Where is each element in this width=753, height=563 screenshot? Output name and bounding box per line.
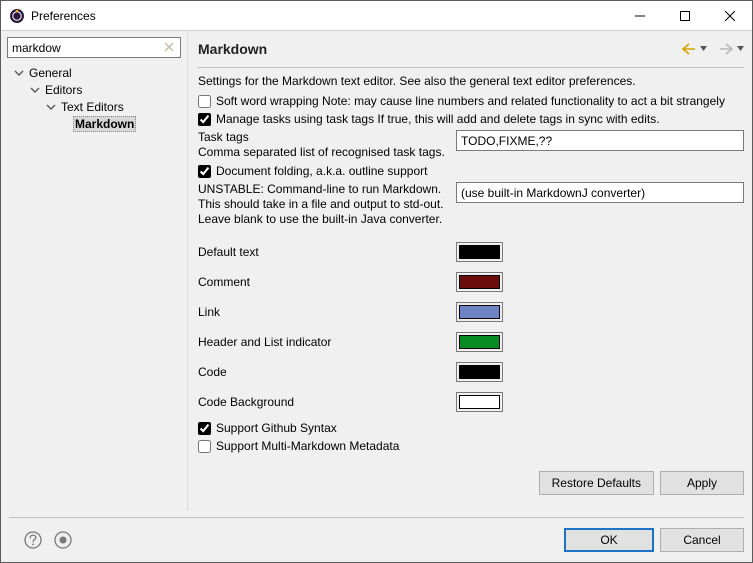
tree-item-markdown[interactable]: Markdown bbox=[5, 115, 183, 132]
clear-filter-icon[interactable] bbox=[161, 39, 177, 55]
maximize-button[interactable] bbox=[662, 1, 707, 30]
github-syntax-label: Support Github Syntax bbox=[216, 421, 337, 435]
multi-markdown-checkbox[interactable] bbox=[198, 440, 211, 453]
apply-button[interactable]: Apply bbox=[660, 471, 744, 495]
color-label-default-text: Default text bbox=[198, 245, 456, 259]
tree-label: General bbox=[27, 66, 74, 80]
restore-defaults-button[interactable]: Restore Defaults bbox=[539, 471, 654, 495]
color-label-code: Code bbox=[198, 365, 456, 379]
preferences-tree: General Editors Text Editors Markdown bbox=[5, 62, 183, 505]
color-settings: Default text Comment Link Header and Lis… bbox=[198, 237, 744, 417]
task-tags-input[interactable] bbox=[456, 130, 744, 151]
app-icon bbox=[9, 8, 25, 24]
tree-label: Text Editors bbox=[59, 100, 126, 114]
header-separator bbox=[198, 67, 744, 68]
nav-forward-button[interactable] bbox=[717, 41, 735, 57]
color-swatch-code-background[interactable] bbox=[456, 392, 503, 412]
nav-back-dropdown[interactable] bbox=[700, 44, 707, 54]
tree-item-general[interactable]: General bbox=[5, 64, 183, 81]
tree-label: Markdown bbox=[73, 116, 136, 132]
color-label-link: Link bbox=[198, 305, 456, 319]
github-syntax-checkbox[interactable] bbox=[198, 422, 211, 435]
titlebar: Preferences bbox=[1, 1, 752, 31]
multi-markdown-label: Support Multi-Markdown Metadata bbox=[216, 439, 399, 453]
color-preview bbox=[459, 305, 500, 319]
tree-item-text-editors[interactable]: Text Editors bbox=[5, 98, 183, 115]
chevron-down-icon[interactable] bbox=[45, 101, 57, 113]
cmdline-label: UNSTABLE: Command-line to run Markdown. … bbox=[198, 182, 450, 227]
tree-label: Editors bbox=[43, 83, 84, 97]
manage-tasks-checkbox[interactable] bbox=[198, 113, 211, 126]
page-description: Settings for the Markdown text editor. S… bbox=[198, 74, 744, 88]
color-swatch-comment[interactable] bbox=[456, 272, 503, 292]
footer: OK Cancel bbox=[1, 518, 752, 562]
nav-forward-dropdown[interactable] bbox=[737, 44, 744, 54]
manage-tasks-label: Manage tasks using task tags If true, th… bbox=[216, 112, 660, 126]
color-swatch-code[interactable] bbox=[456, 362, 503, 382]
help-icon[interactable] bbox=[23, 530, 43, 550]
minimize-button[interactable] bbox=[617, 1, 662, 30]
color-preview bbox=[459, 365, 500, 379]
tree-item-editors[interactable]: Editors bbox=[5, 81, 183, 98]
color-preview bbox=[459, 335, 500, 349]
import-export-icon[interactable] bbox=[53, 530, 73, 550]
folding-label: Document folding, a.k.a. outline support bbox=[216, 164, 427, 178]
sidebar: General Editors Text Editors Markdown bbox=[1, 31, 187, 511]
soft-wrap-label: Soft word wrapping Note: may cause line … bbox=[216, 94, 725, 108]
cmdline-input[interactable] bbox=[456, 182, 744, 203]
color-label-comment: Comment bbox=[198, 275, 456, 289]
page-title: Markdown bbox=[198, 41, 680, 57]
color-swatch-default-text[interactable] bbox=[456, 242, 503, 262]
nav-back-button[interactable] bbox=[680, 41, 698, 57]
color-label-code-background: Code Background bbox=[198, 395, 456, 409]
cancel-button[interactable]: Cancel bbox=[660, 528, 744, 552]
ok-button[interactable]: OK bbox=[564, 528, 654, 552]
window-title: Preferences bbox=[31, 9, 617, 23]
color-swatch-header-indicator[interactable] bbox=[456, 332, 503, 352]
content-panel: Markdown S bbox=[188, 31, 752, 511]
color-label-header-indicator: Header and List indicator bbox=[198, 335, 456, 349]
folding-checkbox[interactable] bbox=[198, 165, 211, 178]
chevron-down-icon[interactable] bbox=[13, 67, 25, 79]
color-preview bbox=[459, 395, 500, 409]
chevron-down-icon[interactable] bbox=[29, 84, 41, 96]
color-preview bbox=[459, 245, 500, 259]
color-preview bbox=[459, 275, 500, 289]
task-tags-label: Task tags Comma separated list of recogn… bbox=[198, 130, 450, 160]
close-button[interactable] bbox=[707, 1, 752, 30]
color-swatch-link[interactable] bbox=[456, 302, 503, 322]
soft-wrap-checkbox[interactable] bbox=[198, 95, 211, 108]
filter-input[interactable] bbox=[7, 37, 181, 58]
